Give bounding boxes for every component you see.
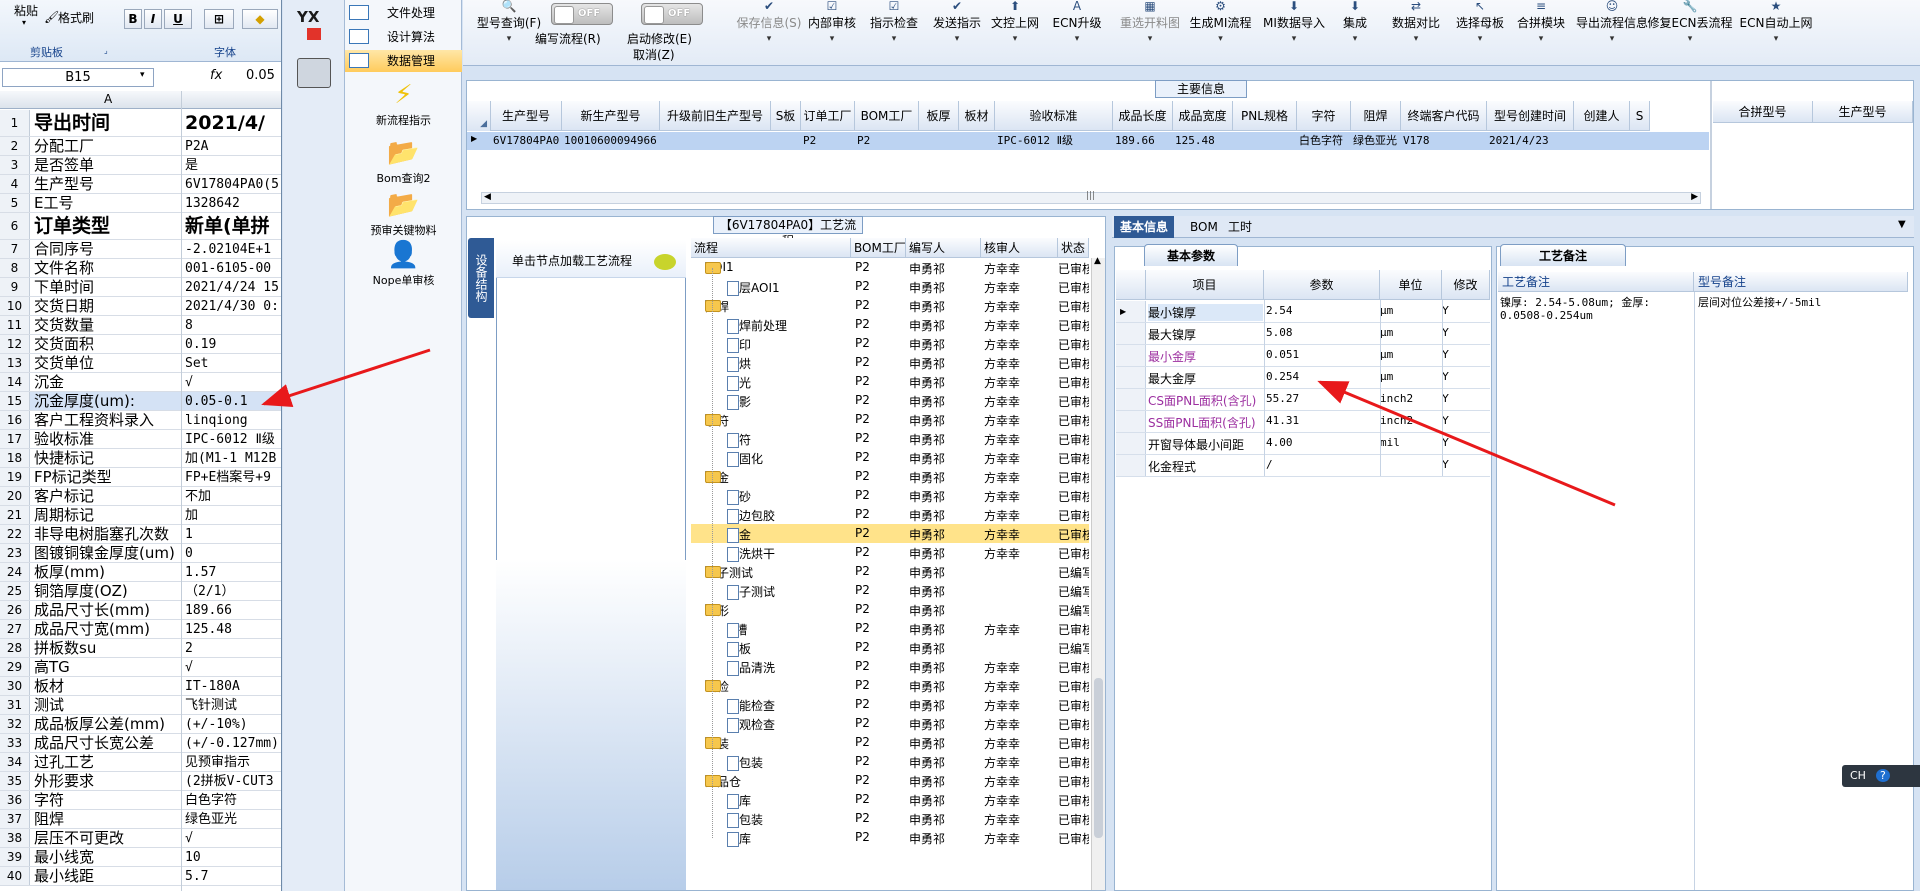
help-icon[interactable]: ? <box>1875 769 1890 782</box>
arrow-to-max-gold-thickness <box>1317 380 1616 507</box>
arrow-to-gold-thickness-cell <box>261 348 431 408</box>
ime-indicator[interactable]: CH? <box>1842 765 1920 787</box>
annotation-arrows <box>261 348 1616 507</box>
